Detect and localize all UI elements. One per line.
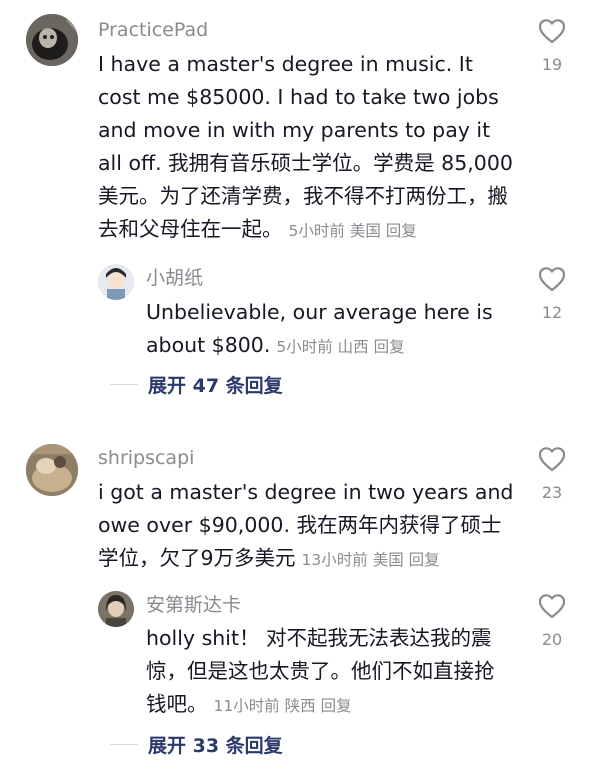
heart-outline-icon: [538, 447, 566, 472]
like-button[interactable]: 23: [532, 446, 572, 502]
reply-like-button[interactable]: 12: [532, 266, 572, 322]
expand-replies-label: 展开 47 条回复: [148, 375, 283, 397]
avatar-photo: [26, 14, 78, 66]
reply-time: 5小时前: [276, 338, 333, 356]
heart-outline-icon: [538, 594, 566, 619]
avatar[interactable]: [26, 14, 78, 66]
reply-like-count: 20: [541, 630, 563, 649]
reply-avatar[interactable]: [98, 591, 134, 627]
username[interactable]: shripscapi: [98, 446, 194, 470]
expand-replies-button[interactable]: 展开 33 条回复: [110, 731, 283, 761]
avatar-photo: [26, 444, 78, 496]
reply-location: 山西: [337, 338, 369, 356]
reply-reply-button[interactable]: 回复: [374, 338, 405, 356]
reply-time: 11小时前: [213, 697, 280, 715]
comment-location: 美国: [372, 551, 404, 569]
reply-avatar-photo: [98, 591, 134, 627]
like-count: 23: [541, 483, 563, 502]
comment-location: 美国: [349, 222, 381, 240]
comment-time: 13小时前: [301, 551, 368, 569]
reply-avatar[interactable]: [98, 264, 134, 300]
reply-username[interactable]: 小胡纸: [146, 266, 203, 290]
reply-meta: 11小时前 陕西 回复: [214, 697, 352, 715]
reply-location: 陕西: [284, 697, 316, 715]
comment-text: i got a master's degree in two years and…: [98, 476, 518, 577]
comment-body: I have a master's degree in music. It co…: [98, 52, 513, 241]
comment-meta: 13小时前 美国 回复: [302, 551, 440, 569]
comment-time: 5小时前: [288, 222, 345, 240]
heart-outline-icon: [538, 19, 566, 44]
expand-replies-button[interactable]: 展开 47 条回复: [110, 371, 283, 401]
reply-meta: 5小时前 山西 回复: [276, 338, 404, 356]
like-count: 19: [541, 55, 563, 74]
reply-reply-button[interactable]: 回复: [321, 697, 352, 715]
reply-text: Unbelievable, our average here is about …: [146, 296, 506, 364]
avatar[interactable]: [26, 444, 78, 496]
reply-like-count: 12: [541, 303, 563, 322]
reply-text: holly shit！ 对不起我无法表达我的震惊，但是这也太贵了。他们不如直接抢…: [146, 622, 506, 723]
expand-replies-label: 展开 33 条回复: [148, 735, 283, 757]
reply-username[interactable]: 安第斯达卡: [146, 593, 241, 617]
heart-outline-icon: [538, 267, 566, 292]
username[interactable]: PracticePad: [98, 18, 208, 42]
reply-button[interactable]: 回复: [386, 222, 417, 240]
comment-text: I have a master's degree in music. It co…: [98, 48, 518, 248]
reply-button[interactable]: 回复: [409, 551, 440, 569]
reply-like-button[interactable]: 20: [532, 593, 572, 649]
expand-divider: [110, 744, 138, 745]
expand-divider: [110, 384, 138, 385]
reply-avatar-photo: [98, 264, 134, 300]
like-button[interactable]: 19: [532, 18, 572, 74]
comment-meta: 5小时前 美国 回复: [289, 222, 417, 240]
